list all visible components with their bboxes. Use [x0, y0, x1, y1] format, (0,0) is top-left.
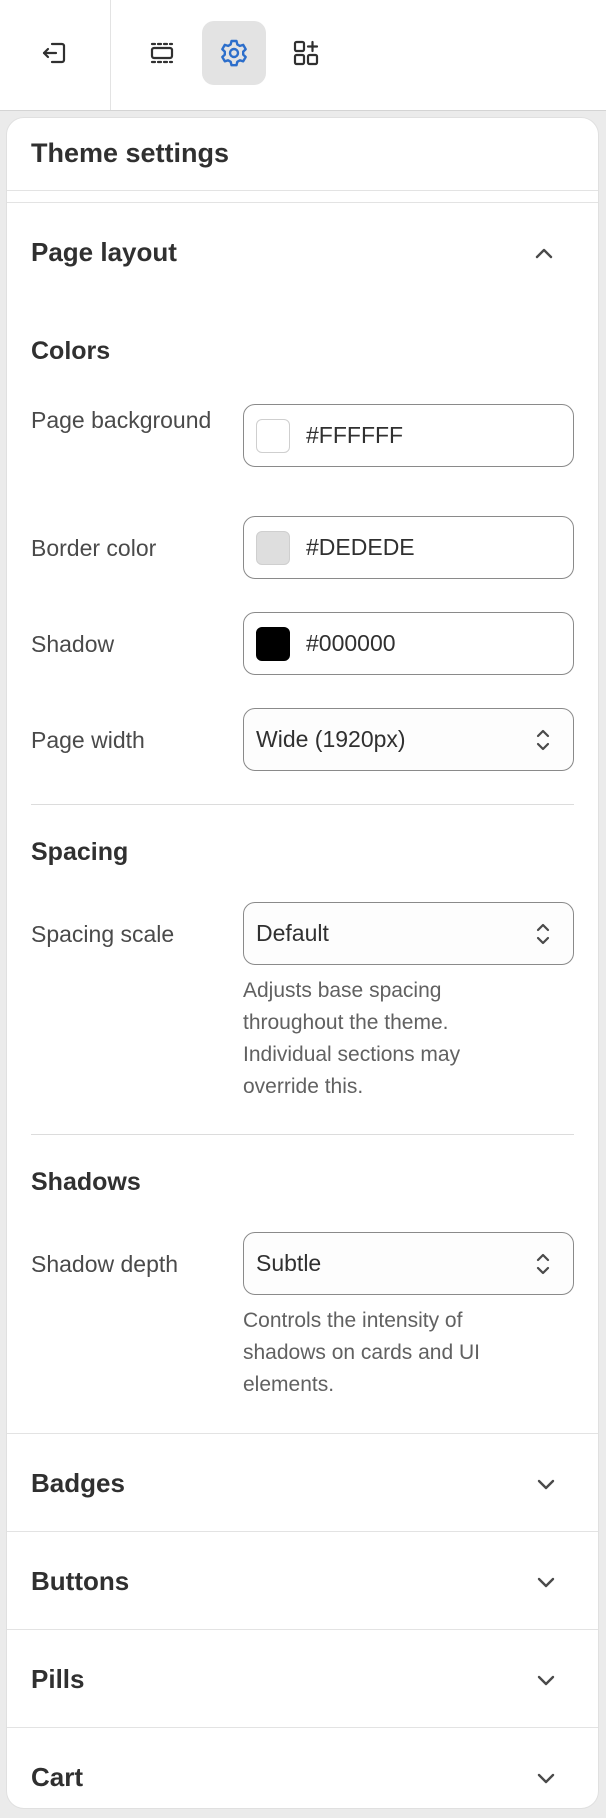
select-value: Default: [256, 920, 329, 946]
theme-settings-button[interactable]: [202, 21, 266, 85]
sections-button[interactable]: [130, 21, 194, 85]
select-value: Wide (1920px): [256, 726, 406, 752]
section-badges[interactable]: Badges: [7, 1434, 598, 1532]
spacing-heading: Spacing: [31, 838, 129, 866]
page-background-label: Page background: [31, 407, 212, 433]
shadow-depth-select[interactable]: Subtle: [243, 1232, 574, 1295]
color-value: #000000: [306, 630, 396, 656]
editor-toolbar: [0, 0, 606, 111]
divider: [7, 202, 598, 203]
select-arrows-icon: [536, 729, 550, 751]
section-title-page-layout[interactable]: Page layout: [31, 237, 177, 268]
shadows-help-text: Controls the intensity of shadows on car…: [243, 1309, 480, 1396]
color-swatch[interactable]: [256, 626, 290, 661]
page-background-color-field[interactable]: #FFFFFF: [243, 404, 574, 467]
chevron-down-icon: [537, 1479, 555, 1490]
spacing-help-text: Adjusts base spacing throughout the them…: [243, 979, 461, 1098]
section-buttons[interactable]: Buttons: [7, 1532, 598, 1630]
apps-button[interactable]: [274, 21, 338, 85]
color-value: #FFFFFF: [306, 422, 404, 448]
chevron-down-icon: [537, 1773, 555, 1784]
divider: [31, 1134, 574, 1135]
shadows-heading: Shadows: [31, 1168, 141, 1196]
spacing-scale-select[interactable]: Default: [243, 902, 574, 965]
toolbar-divider: [110, 0, 111, 110]
section-title-pills: Pills: [31, 1664, 85, 1694]
shadow-color-field[interactable]: #000000: [243, 612, 574, 675]
colors-heading: Colors: [31, 337, 111, 365]
color-swatch[interactable]: [256, 418, 290, 453]
chevron-down-icon: [537, 1577, 555, 1588]
shadow-depth-label: Shadow depth: [31, 1251, 179, 1277]
panel-title: Theme settings: [31, 138, 230, 168]
chevron-down-icon: [537, 1675, 555, 1686]
page-width-select[interactable]: Wide (1920px): [243, 708, 574, 771]
exit-icon: [42, 42, 66, 64]
sections-icon: [150, 42, 174, 64]
select-arrows-icon: [536, 1253, 550, 1275]
section-pills[interactable]: Pills: [7, 1630, 598, 1728]
section-title-buttons: Buttons: [31, 1566, 130, 1596]
color-value: #DEDEDE: [306, 534, 415, 560]
page-width-label: Page width: [31, 727, 145, 753]
border-color-label: Border color: [31, 535, 157, 561]
gear-icon: [221, 39, 247, 67]
border-color-field[interactable]: #DEDEDE: [243, 516, 574, 579]
section-title-cart: Cart: [31, 1762, 84, 1792]
spacing-scale-label: Spacing scale: [31, 921, 175, 947]
section-cart[interactable]: Cart: [7, 1728, 598, 1808]
divider: [31, 804, 574, 805]
exit-button[interactable]: [22, 21, 86, 85]
chevron-up-icon[interactable]: [532, 242, 556, 266]
theme-settings-panel: Theme settings Page layout Colors Page b…: [6, 117, 599, 1809]
color-swatch[interactable]: [256, 530, 290, 565]
select-arrows-icon: [536, 923, 550, 945]
section-title-badges: Badges: [31, 1468, 125, 1498]
shadow-label: Shadow: [31, 631, 115, 657]
divider: [7, 190, 598, 191]
add-apps-icon: [293, 40, 319, 66]
select-value: Subtle: [256, 1250, 322, 1276]
